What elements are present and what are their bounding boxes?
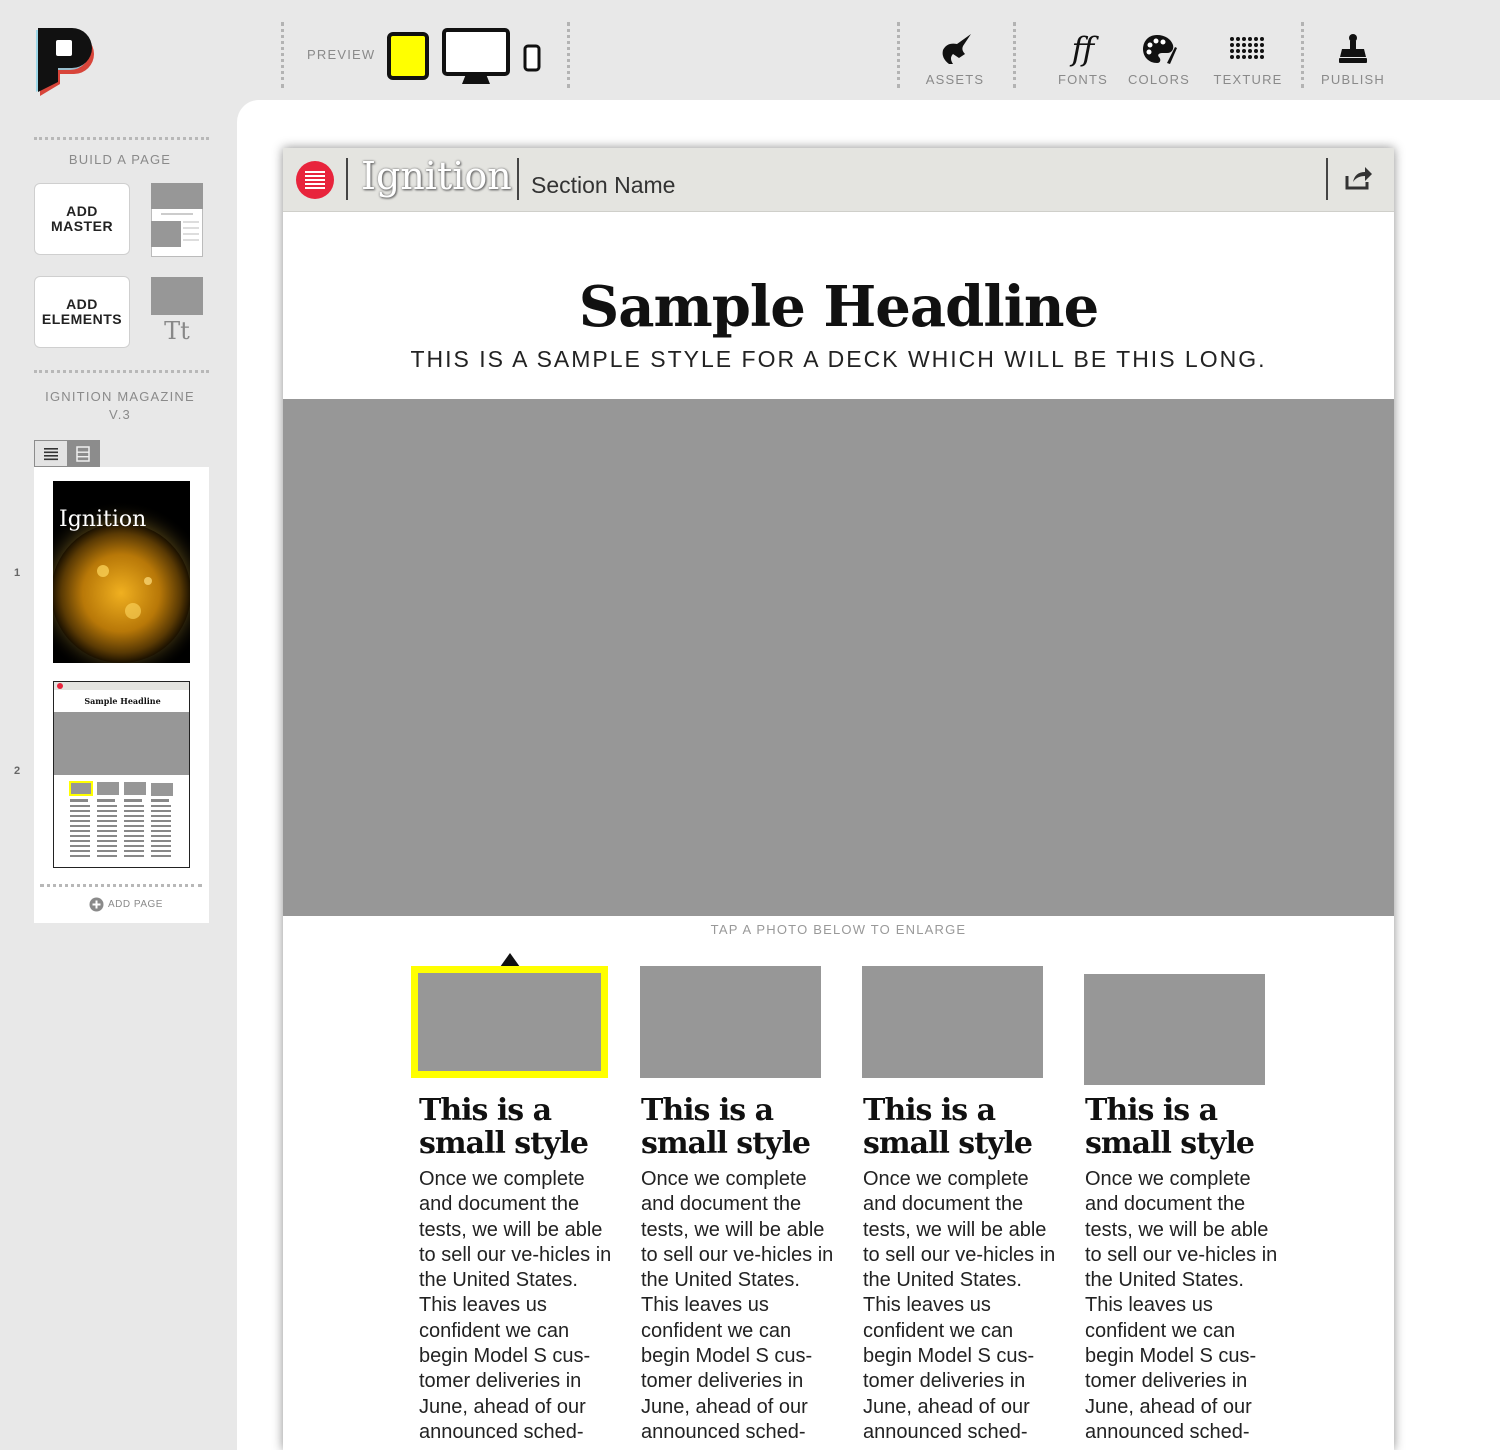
phone-preview-icon[interactable]	[523, 44, 541, 72]
toolbar-divider	[281, 22, 284, 88]
app-logo-icon[interactable]	[34, 26, 96, 96]
column-title[interactable]: This is a small style	[863, 1094, 1063, 1160]
share-icon[interactable]	[1345, 166, 1373, 190]
publish-button[interactable]: PUBLISH	[1318, 30, 1388, 87]
mini-menu-icon	[57, 683, 63, 689]
add-elements-button[interactable]: ADD ELEMENTS	[34, 276, 130, 348]
selected-indicator-arrow-icon	[500, 953, 520, 967]
section-name: Section Name	[531, 172, 676, 198]
bar-divider	[346, 158, 348, 200]
gallery-thumbnail-selected[interactable]	[411, 966, 608, 1078]
master-template-thumbnail[interactable]	[151, 183, 203, 257]
palette-icon	[1143, 35, 1177, 64]
mini-columns	[69, 781, 173, 857]
column-title[interactable]: This is a small style	[1085, 1094, 1285, 1160]
magazine-title: IGNITION MAGAZINE V.3	[45, 389, 195, 422]
mini-hero	[54, 712, 189, 775]
mini-headline: Sample Headline	[84, 696, 161, 706]
column-body[interactable]: Once we complete and document the tests,…	[863, 1167, 1058, 1445]
texture-button[interactable]: TEXTURE	[1210, 30, 1286, 87]
hero-image-placeholder[interactable]	[283, 399, 1394, 916]
gallery-thumbnail[interactable]	[1084, 974, 1265, 1085]
tap-hint: TAP A PHOTO BELOW TO ENLARGE	[710, 922, 967, 937]
gallery-thumbnail[interactable]	[640, 966, 821, 1078]
add-page-button[interactable]: ADD PAGE	[89, 897, 163, 912]
plus-circle-icon	[89, 897, 104, 912]
desktop-preview-icon[interactable]	[442, 28, 510, 88]
build-page-title: BUILD A PAGE	[68, 152, 172, 167]
page-list-divider	[40, 884, 202, 887]
article-page[interactable]: Ignition Section Name Sample Headline TH…	[283, 148, 1394, 1450]
tablet-preview-icon[interactable]	[387, 32, 429, 80]
page-number: 2	[14, 765, 21, 777]
list-view-icon[interactable]	[35, 441, 67, 466]
preview-label: PREVIEW	[307, 47, 376, 62]
article-headline[interactable]: Sample Headline	[283, 274, 1394, 340]
gallery-thumbnail[interactable]	[862, 966, 1043, 1078]
sidebar-divider	[34, 137, 209, 140]
page-thumbnail-cover[interactable]: Ignition	[53, 481, 190, 663]
page-top-bar: Ignition Section Name	[283, 148, 1394, 212]
element-image-thumbnail[interactable]	[151, 277, 203, 315]
add-master-button[interactable]: ADD MASTER	[34, 183, 130, 255]
column-title[interactable]: This is a small style	[419, 1094, 619, 1160]
magazine-name: Ignition	[361, 154, 512, 198]
toolbar-divider	[1013, 22, 1016, 88]
dot-grid-icon	[1230, 37, 1264, 59]
colors-button[interactable]: COLORS	[1124, 30, 1194, 87]
column-body[interactable]: Once we complete and document the tests,…	[641, 1167, 836, 1445]
toolbar-divider	[567, 22, 570, 88]
column-body[interactable]: Once we complete and document the tests,…	[419, 1167, 614, 1445]
cover-title: Ignition	[59, 507, 147, 532]
page-number: 1	[14, 567, 21, 579]
bar-divider	[1326, 158, 1328, 200]
stamp-icon	[1339, 34, 1367, 63]
grid-view-icon[interactable]	[67, 441, 99, 466]
toolbar-divider	[1301, 22, 1304, 88]
fonts-button[interactable]: ff FONTS	[1054, 30, 1112, 87]
page-thumbnail-article[interactable]: Sample Headline	[53, 681, 190, 868]
sidebar-divider	[34, 370, 209, 373]
menu-list-icon[interactable]	[295, 160, 335, 200]
article-deck[interactable]: THIS IS A SAMPLE STYLE FOR A DECK WHICH …	[283, 346, 1394, 373]
add-page-label: ADD PAGE	[108, 899, 163, 910]
toolbar-divider	[897, 22, 900, 88]
column-title[interactable]: This is a small style	[641, 1094, 841, 1160]
unicorn-icon	[942, 34, 971, 64]
mini-topbar	[54, 682, 189, 690]
page-view-toggle[interactable]	[34, 440, 100, 467]
assets-button[interactable]: ASSETS	[922, 30, 988, 87]
top-toolbar: PREVIEW ASSETS ff FONTS COLORS TEXTURE P…	[0, 0, 1500, 100]
column-body[interactable]: Once we complete and document the tests,…	[1085, 1167, 1280, 1445]
ff-fonts-icon: ff	[1071, 30, 1095, 68]
bar-divider	[517, 158, 519, 200]
element-text-icon[interactable]: Tt	[151, 317, 203, 345]
